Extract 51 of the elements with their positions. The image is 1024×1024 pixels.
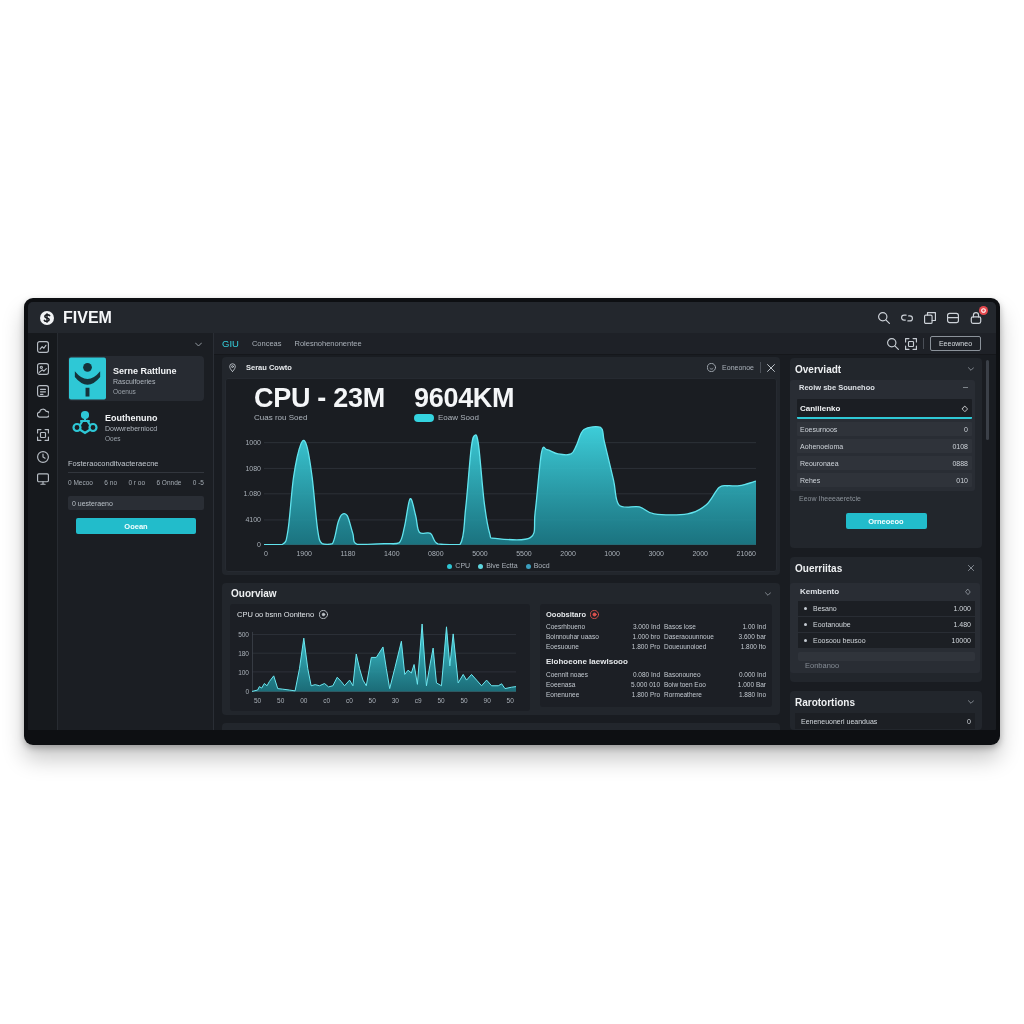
panel-title: Overviadt [795,363,842,375]
list-item[interactable]: Caniilenko ◇ [797,399,972,419]
brand-name: FIVEM [63,308,112,327]
text-square-icon[interactable] [36,385,49,397]
legend-swatch-icon [414,414,434,422]
diamond-icon[interactable] [965,588,971,595]
pin-icon [228,363,237,372]
image-square-icon[interactable] [36,363,49,375]
caption: Cuas rou Soed [254,413,309,423]
server-name: Serne Rattlune [113,365,177,377]
panel-title: Ouerriitas [795,562,843,574]
chevron-down-icon[interactable] [195,340,202,348]
smiley-icon [707,363,717,372]
close-icon[interactable] [767,363,775,372]
copy-icon[interactable] [924,311,936,324]
minus-icon[interactable] [963,385,968,390]
clock-icon[interactable] [36,451,49,463]
tab[interactable]: GIU [222,337,239,350]
chevron-down-icon[interactable] [968,366,974,372]
search-icon[interactable] [878,311,890,324]
chevron-down-icon[interactable] [968,699,974,705]
ring-icon [319,610,329,619]
chart-square-icon[interactable] [36,341,49,353]
bullet-icon [804,607,807,610]
bullet-icon [804,639,807,642]
lock-icon[interactable] [970,311,982,324]
caption: Eoaw Sood [438,413,479,423]
metric-value: 9604KM [414,383,515,413]
search-icon[interactable] [887,337,899,350]
item-label: Caniilenko [800,403,841,413]
headline-value: CPU - 23M [254,383,386,413]
item-value: ◇ [961,403,968,413]
tray-icon[interactable] [947,311,959,324]
bullet-icon [804,623,807,626]
chevron-down-icon[interactable] [765,590,771,597]
frame-icon[interactable] [36,429,49,441]
panel-title: Rarotortions [795,696,855,708]
dollar-coin-icon [40,310,54,325]
section-heading: Elohoeone Iaewlsooo [546,656,629,668]
panel-title: Ouorviaw [231,588,277,599]
link-icon[interactable] [901,311,913,324]
smile-tile-icon [69,357,106,400]
close-icon[interactable] [968,565,974,571]
target-icon [590,609,599,619]
frame-icon[interactable] [905,337,917,350]
scrollbar-thumb[interactable] [986,360,989,440]
server-name: Eouthenuno [105,412,158,424]
monitor-icon[interactable] [36,473,49,485]
nodes-icon [72,410,98,437]
cloud-icon[interactable] [36,407,49,419]
group-title: Kembento [800,587,840,596]
